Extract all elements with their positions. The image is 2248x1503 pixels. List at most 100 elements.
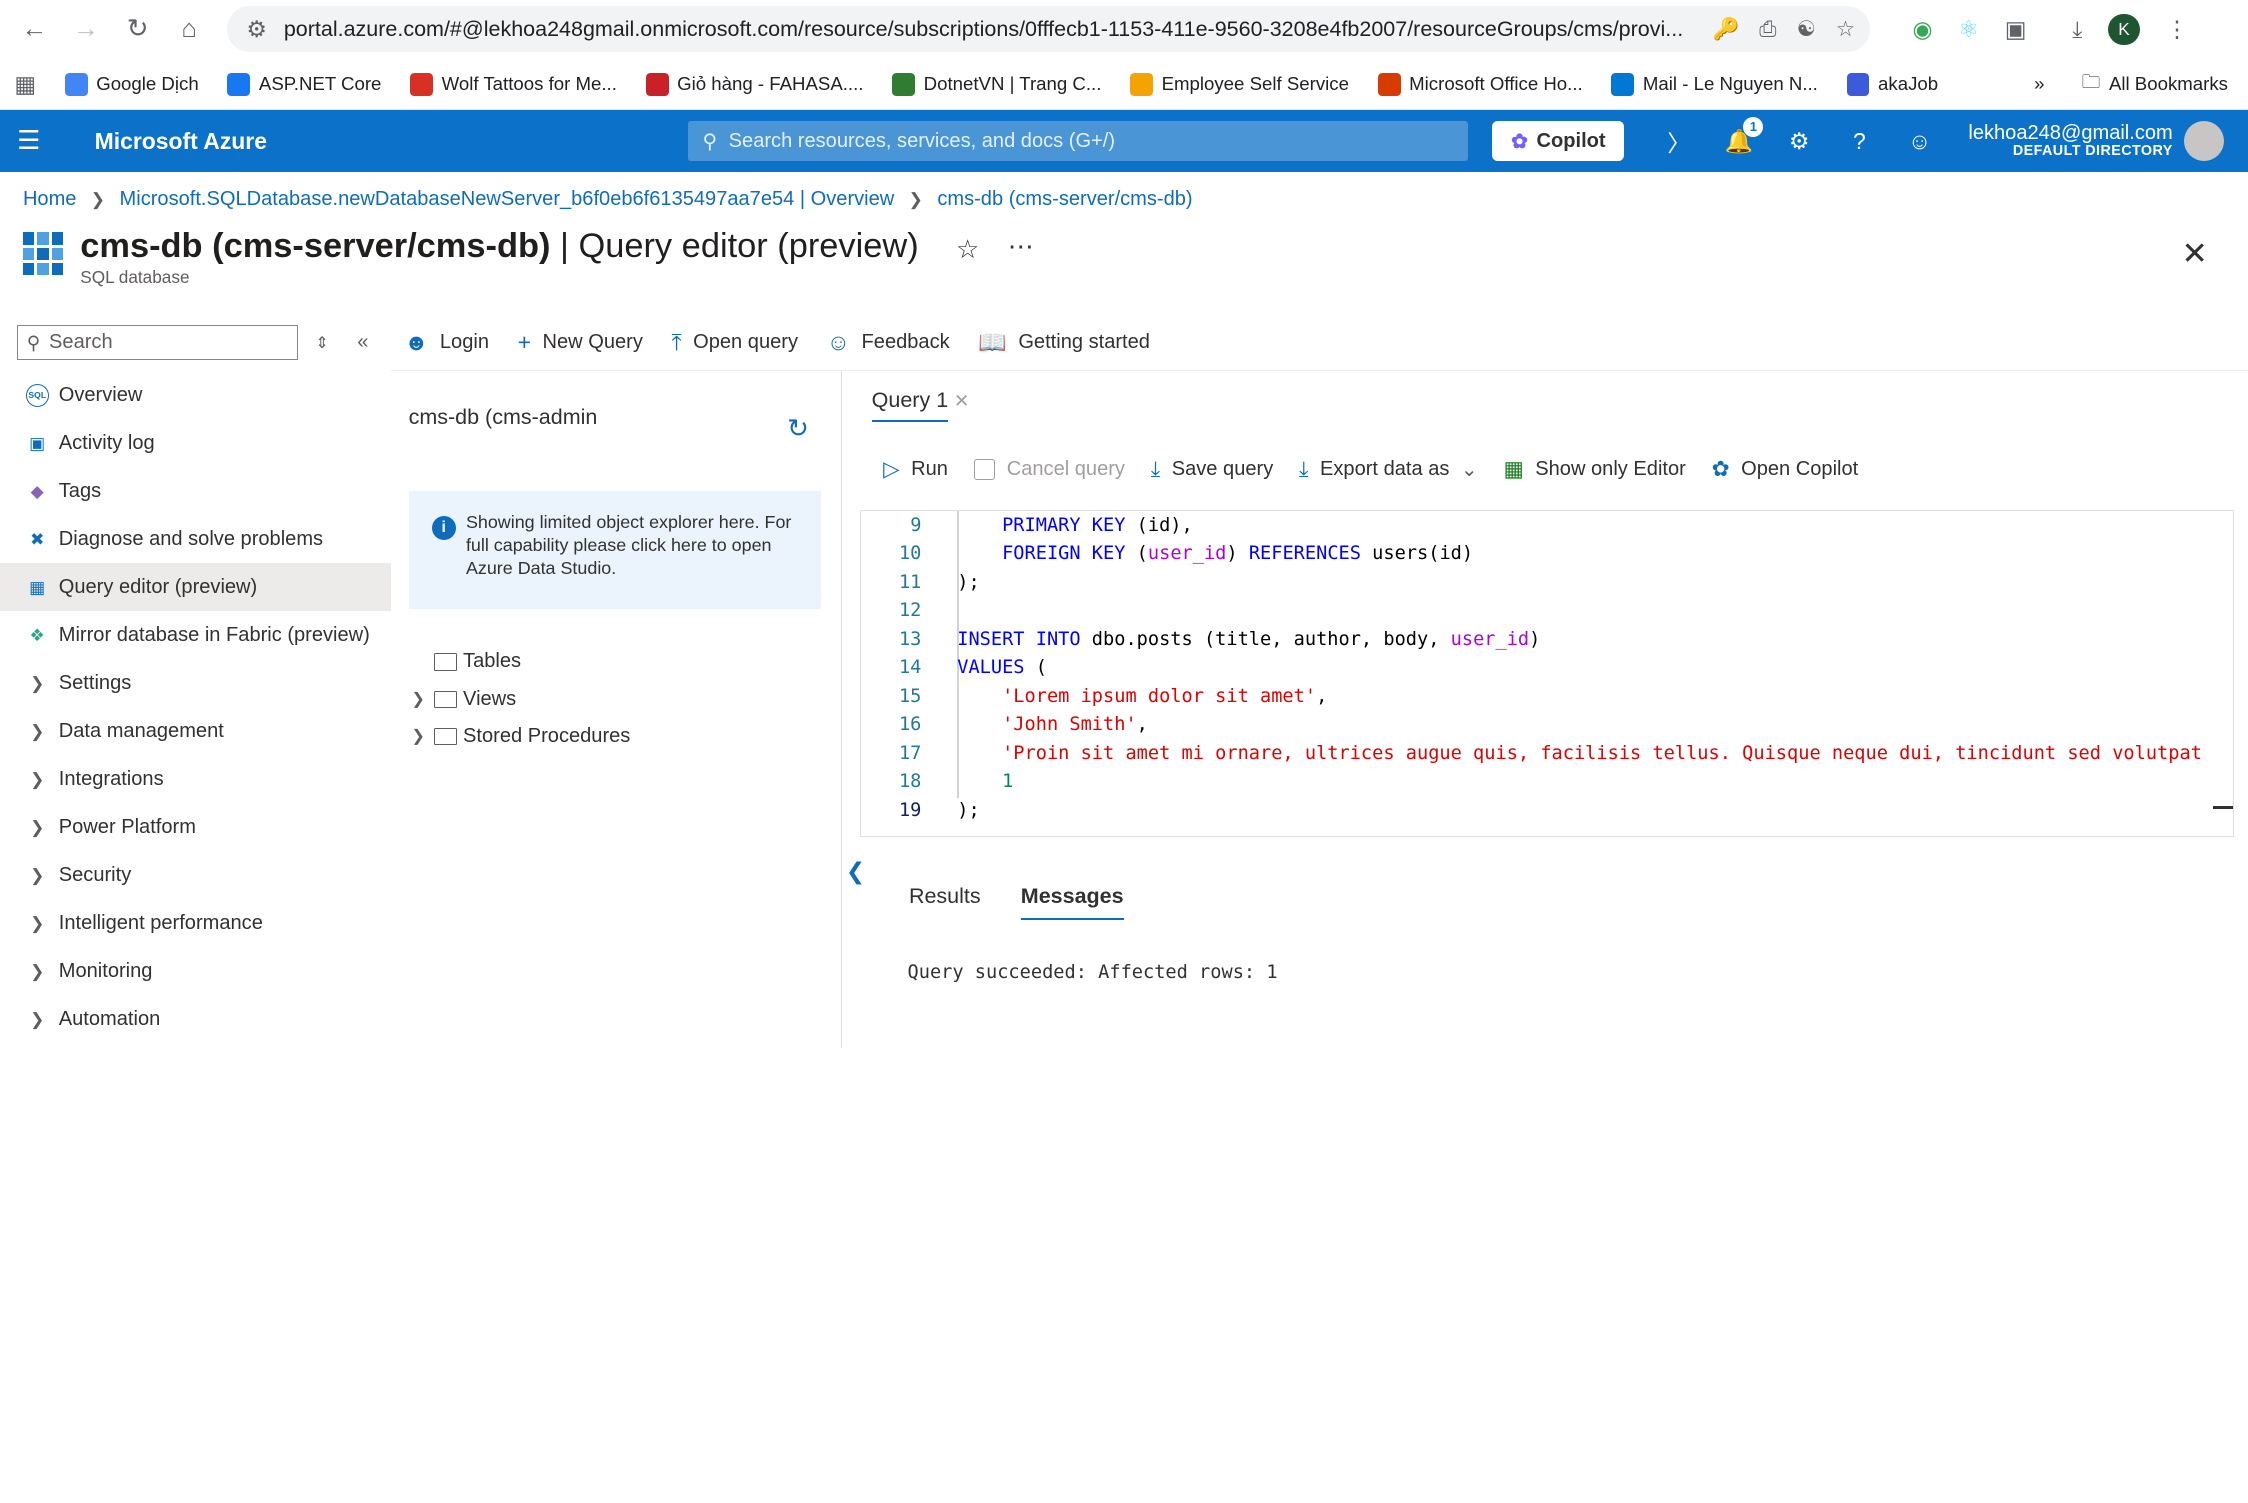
react-devtools-icon[interactable]: ⚛	[1958, 16, 1979, 43]
download-icon[interactable]: ⤓	[2072, 16, 2082, 43]
more-options-icon[interactable]: ⋯	[1008, 232, 1034, 262]
sidebar-item-diagnose-and-solve-problems[interactable]: ✖ Diagnose and solve problems	[0, 515, 391, 563]
code-editor[interactable]: 9 PRIMARY KEY (id), 10 FOREIGN KEY (user…	[860, 509, 2234, 837]
feedback-icon[interactable]: ☺	[1905, 127, 1934, 156]
profile-avatar[interactable]: K	[2108, 13, 2140, 46]
hamburger-menu-icon[interactable]: ☰	[0, 126, 57, 156]
bookmark-star-icon[interactable]: ☆	[1836, 17, 1855, 42]
chevron-right-icon[interactable]: ❯	[411, 689, 431, 709]
new-query-button[interactable]: + New Query	[518, 329, 643, 356]
collapse-left-icon[interactable]: ❮	[846, 858, 865, 885]
bookmark-label: Wolf Tattoos for Me...	[441, 73, 617, 95]
breadcrumb-server[interactable]: Microsoft.SQLDatabase.newDatabaseNewServ…	[120, 188, 895, 211]
getting-started-button[interactable]: 📖 Getting started	[978, 329, 1150, 356]
global-search-input[interactable]: ⚲ Search resources, services, and docs (…	[688, 121, 1469, 162]
notifications-bell-icon[interactable]: 🔔 1	[1725, 116, 1764, 156]
tab-messages[interactable]: Messages	[1020, 884, 1124, 920]
cancel-query-button[interactable]: Cancel query	[973, 458, 1125, 481]
tab-query-1[interactable]: Query 1 ✕	[871, 388, 970, 423]
open-copilot-button[interactable]: ✿ Open Copilot	[1712, 457, 1859, 482]
object-tree: Tables ❯ Views ❯ Stored Procedures	[411, 643, 630, 755]
sidebar-item-integrations[interactable]: ❯ Integrations	[0, 755, 391, 803]
sidebar-item-automation[interactable]: ❯ Automation	[0, 996, 391, 1044]
settings-gear-icon[interactable]: ⚙	[1785, 127, 1814, 156]
copilot-button[interactable]: ✿ Copilot	[1492, 121, 1625, 162]
info-banner[interactable]: i Showing limited object explorer here. …	[408, 491, 822, 609]
install-icon[interactable]: ⎙	[1759, 17, 1776, 42]
breadcrumb-db[interactable]: cms-db (cms-server/cms-db)	[937, 188, 1192, 211]
run-button[interactable]: ▷ Run	[883, 457, 948, 482]
sidebar-item-overview[interactable]: SQL Overview	[0, 371, 391, 419]
chevron-right-icon: ❯	[30, 768, 45, 789]
bookmark-label: Employee Self Service	[1161, 73, 1349, 95]
key-icon[interactable]: 🔑	[1712, 17, 1739, 42]
brand[interactable]: Microsoft Azure	[95, 128, 689, 155]
translate-icon[interactable]: ☯	[1797, 17, 1816, 42]
collapse-menu-icon[interactable]: «	[357, 331, 368, 354]
more-bookmarks-icon[interactable]: »	[2034, 73, 2044, 95]
bookmark-item[interactable]: Microsoft Office Ho...	[1377, 72, 1583, 96]
feedback-button[interactable]: ☺ Feedback	[827, 329, 950, 356]
sort-updown-icon[interactable]: ⇕	[315, 333, 328, 353]
bookmark-item[interactable]: DotnetVN | Trang C...	[892, 72, 1102, 96]
chevron-right-icon[interactable]: ❯	[411, 726, 431, 746]
extensions-puzzle-icon[interactable]: ▣	[2005, 16, 2027, 43]
login-button[interactable]: ☻ Login	[404, 329, 489, 356]
sidebar-item-activity-log[interactable]: ▣ Activity log	[0, 419, 391, 467]
sidebar-item-power-platform[interactable]: ❯ Power Platform	[0, 803, 391, 851]
code-line: 15 'Lorem ipsum dolor sit amet',	[861, 682, 2232, 711]
reload-icon[interactable]: ↻	[112, 4, 164, 56]
cloud-shell-icon[interactable]: 〉	[1664, 127, 1693, 156]
sidebar-item-tags[interactable]: ◆ Tags	[0, 467, 391, 515]
sidebar-item-query-editor-preview[interactable]: ▦ Query editor (preview)	[0, 563, 392, 612]
all-bookmarks[interactable]: 🗀 All Bookmarks	[2082, 68, 2228, 100]
close-tab-icon[interactable]: ✕	[954, 390, 970, 411]
bookmark-item[interactable]: Google Dịch	[64, 72, 199, 96]
back-icon[interactable]: ←	[9, 4, 61, 56]
address-bar[interactable]: ⚙ portal.azure.com/#@lekhoa248gmail.onmi…	[226, 6, 1870, 53]
home-icon[interactable]: ⌂	[163, 4, 215, 56]
breadcrumb-home[interactable]: Home	[23, 188, 77, 211]
save-query-button[interactable]: ⤓ Save query	[1151, 457, 1273, 482]
open-query-button[interactable]: ⤒ Open query	[672, 329, 798, 356]
bookmark-item[interactable]: Giỏ hàng - FAHASA....	[645, 72, 863, 96]
export-data-dropdown[interactable]: ⤓ Export data as ⌄	[1299, 457, 1478, 482]
account-menu[interactable]: lekhoa248@gmail.com DEFAULT DIRECTORY	[1968, 122, 2172, 160]
tree-item-views[interactable]: ❯ Views	[411, 681, 630, 718]
sidebar-item-security[interactable]: ❯ Security	[0, 851, 391, 899]
menu-search-input[interactable]: ⚲ Search	[17, 325, 299, 360]
apps-grid-icon[interactable]: ▦	[14, 71, 36, 98]
tree-item-stored-procedures[interactable]: ❯ Stored Procedures	[411, 718, 630, 755]
folder-icon	[434, 653, 458, 671]
favorite-star-icon[interactable]: ☆	[956, 235, 979, 265]
url-text[interactable]: portal.azure.com/#@lekhoa248gmail.onmicr…	[284, 17, 1701, 42]
tab-results[interactable]: Results	[909, 884, 981, 920]
bookmark-item[interactable]: ASP.NET Core	[227, 72, 381, 96]
bookmark-item[interactable]: akaJob	[1846, 72, 1938, 96]
line-number: 14	[898, 657, 922, 679]
extension-icon[interactable]: ◉	[1913, 16, 1933, 43]
bookmark-label: DotnetVN | Trang C...	[923, 73, 1102, 95]
line-number: 17	[898, 742, 922, 764]
bookmark-item[interactable]: Mail - Le Nguyen N...	[1611, 72, 1818, 96]
forward-icon[interactable]: →	[60, 4, 112, 56]
sidebar-item-monitoring[interactable]: ❯ Monitoring	[0, 948, 391, 996]
menu-dots-icon[interactable]: ⋮	[2165, 16, 2188, 43]
site-info-icon[interactable]: ⚙	[241, 14, 273, 46]
info-text: Showing limited object explorer here. Fo…	[465, 512, 792, 578]
refresh-icon[interactable]: ↻	[787, 414, 809, 444]
sidebar-item-mirror-database-in-fabric-preview[interactable]: ❖ Mirror database in Fabric (preview)	[0, 611, 391, 659]
bookmark-item[interactable]: Wolf Tattoos for Me...	[410, 72, 617, 96]
sidebar-item-data-management[interactable]: ❯ Data management	[0, 707, 391, 755]
sidebar-item-settings[interactable]: ❯ Settings	[0, 659, 391, 707]
book-icon: 📖	[978, 329, 1007, 356]
sidebar-item-intelligent-performance[interactable]: ❯ Intelligent performance	[0, 899, 391, 947]
page-subtitle: SQL database	[80, 266, 190, 287]
bookmark-item[interactable]: Employee Self Service	[1130, 72, 1349, 96]
account-avatar[interactable]	[2184, 121, 2225, 162]
help-icon[interactable]: ?	[1845, 127, 1874, 156]
show-only-editor-button[interactable]: ▦ Show only Editor	[1503, 457, 1685, 482]
object-explorer-title: cms-db (cms-admin	[408, 405, 598, 430]
close-icon[interactable]: ✕	[2181, 235, 2207, 272]
tree-item-tables[interactable]: Tables	[411, 643, 630, 680]
